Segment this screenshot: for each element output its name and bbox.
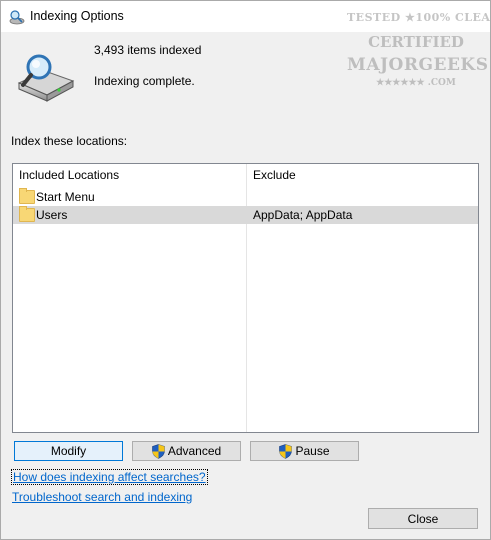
advanced-button[interactable]: Advanced bbox=[132, 441, 241, 461]
indexing-options-window: Indexing Options TESTED ★100% CLEAN CERT… bbox=[0, 0, 491, 540]
items-indexed-count: 3,493 items indexed bbox=[94, 43, 202, 57]
magnifier-drive-icon bbox=[9, 10, 25, 25]
watermark-line-1: TESTED ★100% CLEAN bbox=[347, 11, 491, 24]
index-locations-label: Index these locations: bbox=[11, 134, 128, 148]
modify-button[interactable]: Modify bbox=[14, 441, 123, 461]
uac-shield-icon bbox=[279, 443, 293, 459]
troubleshoot-search-link[interactable]: Troubleshoot search and indexing bbox=[12, 490, 192, 504]
pause-button[interactable]: Pause bbox=[250, 441, 359, 461]
folder-icon bbox=[19, 206, 35, 222]
location-exclude: AppData; AppData bbox=[253, 208, 353, 222]
list-item[interactable]: Users AppData; AppData bbox=[13, 206, 478, 224]
close-button[interactable]: Close bbox=[368, 508, 478, 529]
advanced-button-label: Advanced bbox=[167, 444, 222, 458]
watermark-line-2: CERTIFIED bbox=[368, 33, 464, 51]
watermark-stamp: TESTED ★100% CLEAN CERTIFIED MAJORGEEKS … bbox=[347, 7, 491, 93]
folder-icon bbox=[19, 188, 35, 204]
uac-shield-icon bbox=[152, 443, 165, 459]
location-name: Start Menu bbox=[36, 190, 95, 204]
window-title: Indexing Options bbox=[30, 9, 124, 23]
modify-button-label: Modify bbox=[50, 444, 87, 458]
pause-button-label: Pause bbox=[295, 444, 330, 458]
watermark-line-3: MAJORGEEKS bbox=[347, 55, 489, 75]
column-header-exclude[interactable]: Exclude bbox=[253, 164, 296, 186]
locations-list[interactable]: Included Locations Exclude Start Menu Us… bbox=[12, 163, 479, 433]
column-header-included[interactable]: Included Locations bbox=[19, 164, 119, 186]
indexing-status: Indexing complete. bbox=[94, 74, 195, 88]
how-indexing-affects-searches-link[interactable]: How does indexing affect searches? bbox=[11, 469, 208, 485]
close-button-label: Close bbox=[407, 511, 439, 526]
list-item[interactable]: Start Menu bbox=[13, 188, 478, 206]
watermark-line-4: ★★★★★★ .COM bbox=[376, 78, 456, 88]
indexing-drive-magnifier-icon bbox=[17, 54, 75, 102]
location-name: Users bbox=[36, 208, 68, 222]
